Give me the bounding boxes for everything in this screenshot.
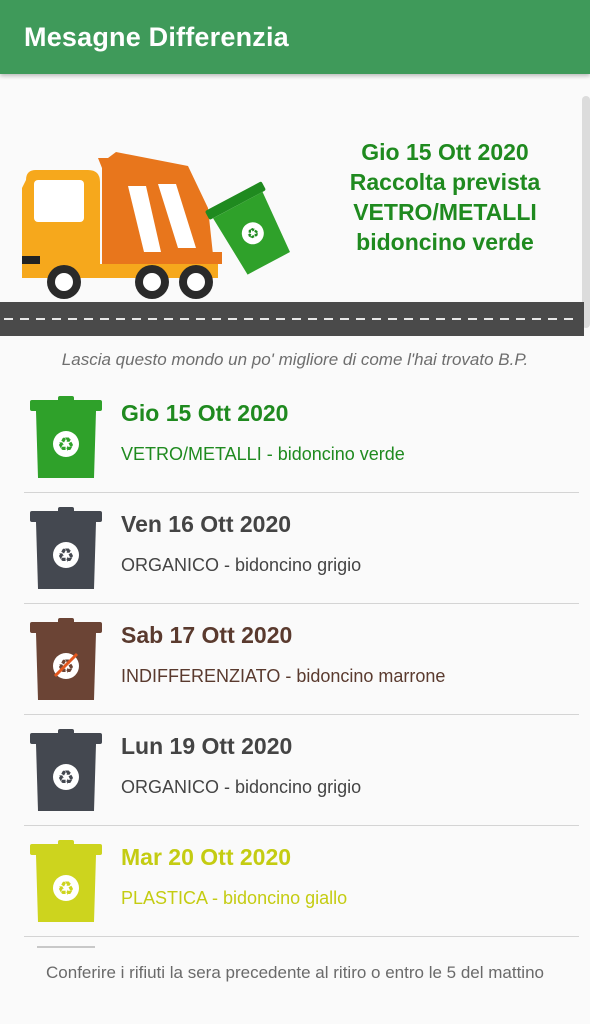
footer-note: Conferire i rifiuti la sera precedente a… (46, 963, 544, 982)
bin-recycle-icon: ♻ (28, 507, 104, 596)
collection-description: INDIFFERENZIATO - bidoncino marrone (121, 666, 446, 686)
next-collection-date: Gio 15 Ott 2020 (361, 139, 529, 165)
collection-date: Lun 19 Ott 2020 (121, 733, 293, 759)
svg-text:♻: ♻ (57, 545, 74, 567)
list-item[interactable]: ♻ Mar 20 Ott 2020 PLASTICA - bidoncino gia… (24, 826, 579, 937)
app-bar: Mesagne Differenzia (0, 0, 590, 74)
collection-date: Ven 16 Ott 2020 (121, 511, 292, 537)
road (0, 302, 584, 336)
collection-date: Mar 20 Ott 2020 (121, 844, 292, 870)
bin-recycle-icon: ♻ (28, 729, 104, 818)
next-collection-type: VETRO/METALLI (353, 199, 537, 225)
svg-text:♻: ♻ (57, 767, 74, 789)
collection-date: Gio 15 Ott 2020 (121, 400, 289, 426)
list-item[interactable]: ♻ Lun 19 Ott 2020 ORGANICO - bidoncino gri… (24, 715, 579, 826)
garbage-truck-icon: ♻ (22, 152, 290, 299)
collection-description: ORGANICO - bidoncino grigio (121, 555, 362, 575)
app-title: Mesagne Differenzia (24, 21, 289, 52)
collection-date: Sab 17 Ott 2020 (121, 622, 293, 648)
svg-text:♻: ♻ (57, 878, 74, 900)
next-collection-summary: Gio 15 Ott 2020 Raccolta prevista VETRO/… (300, 137, 590, 257)
bin-no-recycle-icon: ♻ (28, 618, 104, 707)
list-item[interactable]: ♻ Ven 16 Ott 2020 ORGANICO - bidoncino gri… (24, 493, 579, 604)
list-item[interactable]: ♻ Sab 17 Ott 2020 INDIFFERENZIATO - bidonc… (24, 604, 579, 715)
bin-recycle-icon: ♻ (28, 396, 104, 485)
divider (37, 946, 95, 948)
svg-text:♻: ♻ (57, 434, 74, 456)
collection-description: VETRO/METALLI - bidoncino verde (121, 444, 405, 464)
collection-description: ORGANICO - bidoncino grigio (121, 777, 362, 797)
next-collection-label: Raccolta prevista (349, 169, 541, 195)
collection-schedule-list[interactable]: ♻ Gio 15 Ott 2020 VETRO/METALLI - bidoncin… (0, 382, 590, 937)
list-item[interactable]: ♻ Gio 15 Ott 2020 VETRO/METALLI - bidoncin… (24, 382, 579, 493)
next-collection-bin: bidoncino verde (356, 229, 534, 255)
bin-recycle-icon: ♻ (28, 840, 104, 929)
collection-description: PLASTICA - bidoncino giallo (121, 888, 348, 908)
quote-text: Lascia questo mondo un po' migliore di c… (61, 350, 529, 369)
